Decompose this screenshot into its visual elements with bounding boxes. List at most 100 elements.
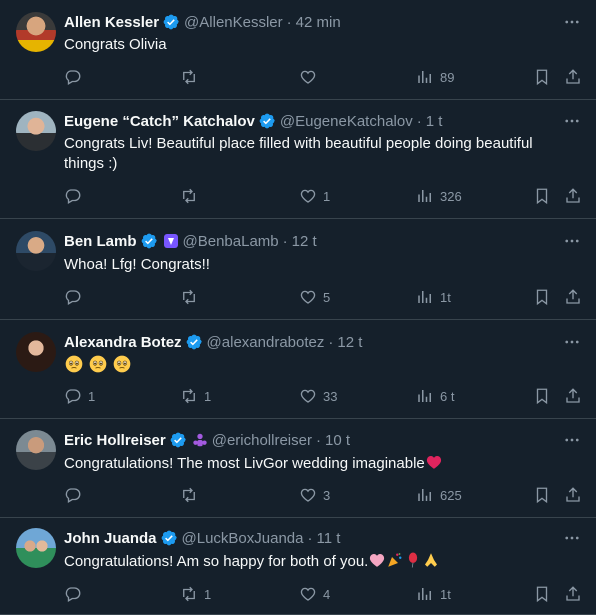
author-handle[interactable]: @BenbaLamb xyxy=(183,233,279,250)
retweet-button[interactable] xyxy=(180,186,204,206)
view-count: 1t xyxy=(440,586,451,602)
views-button[interactable]: 326 xyxy=(416,186,462,206)
author-name[interactable]: Eugene “Catch” Katchalov xyxy=(64,113,255,130)
reply-icon xyxy=(65,488,81,503)
balloon-emoji-icon xyxy=(404,551,422,575)
analytics-icon xyxy=(418,390,431,402)
timestamp[interactable]: 10 t xyxy=(325,432,350,449)
timestamp[interactable]: 1 t xyxy=(426,113,443,130)
tweet-text: Congratulations! Am so happy for both of… xyxy=(64,551,568,575)
views-button[interactable]: 1t xyxy=(416,584,451,604)
tweet-3[interactable]: Ben Lamb @BenbaLamb · 12 t Whoa! Lfg! Co… xyxy=(0,219,596,320)
author-handle[interactable]: @erichollreiser xyxy=(212,432,312,449)
retweet-icon xyxy=(183,289,195,305)
reply-button[interactable] xyxy=(64,67,88,87)
verified-badge-icon xyxy=(259,113,275,129)
timestamp[interactable]: 42 min xyxy=(296,14,341,31)
more-options-button[interactable] xyxy=(560,332,584,352)
author-name[interactable]: John Juanda xyxy=(64,530,157,547)
bookmark-button[interactable] xyxy=(533,485,551,505)
tweet-text-emoji xyxy=(64,354,568,377)
author-name[interactable]: Eric Hollreiser xyxy=(64,432,166,449)
like-button[interactable]: 1 xyxy=(299,186,330,206)
retweet-button[interactable]: 1 xyxy=(180,386,211,406)
share-button[interactable] xyxy=(564,584,582,604)
views-button[interactable]: 6 t xyxy=(416,386,454,406)
heart-icon xyxy=(300,488,316,502)
share-icon xyxy=(566,388,580,403)
author-handle[interactable]: @EugeneKatchalov xyxy=(280,113,413,130)
like-button[interactable]: 33 xyxy=(299,386,337,406)
tweet-1[interactable]: Allen Kessler @AllenKessler · 42 min Con… xyxy=(0,0,596,100)
reply-button[interactable]: 1 xyxy=(64,386,95,406)
avatar[interactable] xyxy=(16,231,56,271)
like-button[interactable]: 5 xyxy=(299,287,330,307)
more-options-button[interactable] xyxy=(560,231,584,251)
retweet-button[interactable] xyxy=(180,485,204,505)
views-button[interactable]: 625 xyxy=(416,485,462,505)
tweet-5[interactable]: Eric Hollreiser @erichollreiser · 10 t C… xyxy=(0,419,596,518)
bookmark-button[interactable] xyxy=(533,186,551,206)
avatar[interactable] xyxy=(16,332,56,372)
heart-icon xyxy=(300,389,316,403)
retweet-button[interactable]: 1 xyxy=(180,584,211,604)
like-count: 3 xyxy=(323,487,331,503)
like-button[interactable] xyxy=(299,67,323,87)
avatar[interactable] xyxy=(16,430,56,470)
heart-icon xyxy=(300,587,316,601)
bookmark-button[interactable] xyxy=(533,386,551,406)
views-button[interactable]: 1t xyxy=(416,287,451,307)
share-button[interactable] xyxy=(564,67,582,87)
tweet-6[interactable]: John Juanda @LuckBoxJuanda · 11 t Congra… xyxy=(0,518,596,615)
like-button[interactable]: 3 xyxy=(299,485,330,505)
reply-button[interactable] xyxy=(64,584,88,604)
retweet-button[interactable] xyxy=(180,67,204,87)
bookmark-button[interactable] xyxy=(533,287,551,307)
reply-button[interactable] xyxy=(64,287,88,307)
tweet-text: Congratulations! The most LivGor wedding… xyxy=(64,453,568,477)
like-button[interactable]: 4 xyxy=(299,584,330,604)
tweet-text: Congrats Olivia xyxy=(64,36,167,53)
bookmark-icon xyxy=(536,388,548,405)
tweet-actions: 3 625 xyxy=(0,485,596,505)
share-button[interactable] xyxy=(564,287,582,307)
author-handle[interactable]: @alexandrabotez xyxy=(207,334,325,351)
bookmark-icon xyxy=(536,289,548,306)
reply-button[interactable] xyxy=(64,186,88,206)
bookmark-icon xyxy=(536,69,548,86)
author-name[interactable]: Alexandra Botez xyxy=(64,334,182,351)
red-heart-icon xyxy=(425,453,443,477)
bookmark-icon xyxy=(536,586,548,603)
author-handle[interactable]: @AllenKessler xyxy=(184,14,283,31)
separator-dot: · xyxy=(416,112,422,130)
ellipsis-icon xyxy=(565,119,579,123)
timestamp[interactable]: 11 t xyxy=(317,530,341,547)
analytics-icon xyxy=(418,291,431,303)
timestamp[interactable]: 12 t xyxy=(292,233,317,250)
share-button[interactable] xyxy=(564,386,582,406)
bookmark-button[interactable] xyxy=(533,67,551,87)
share-button[interactable] xyxy=(564,186,582,206)
more-options-button[interactable] xyxy=(560,111,584,131)
share-button[interactable] xyxy=(564,485,582,505)
author-handle[interactable]: @LuckBoxJuanda xyxy=(182,530,304,547)
tweet-text: Whoa! Lfg! Congrats!! xyxy=(64,256,210,273)
retweet-button[interactable] xyxy=(180,287,204,307)
avatar[interactable] xyxy=(16,528,56,568)
tweet-header: Eric Hollreiser @erichollreiser · 10 t xyxy=(64,430,556,450)
author-name[interactable]: Allen Kessler xyxy=(64,14,159,31)
bookmark-button[interactable] xyxy=(533,584,551,604)
timestamp[interactable]: 12 t xyxy=(337,334,362,351)
more-options-button[interactable] xyxy=(560,430,584,450)
tweet-4[interactable]: Alexandra Botez @alexandrabotez · 12 t 1 xyxy=(0,320,596,419)
tweet-actions: 1 326 xyxy=(0,186,596,206)
reply-button[interactable] xyxy=(64,485,88,505)
author-name[interactable]: Ben Lamb xyxy=(64,233,137,250)
tweet-2[interactable]: Eugene “Catch” Katchalov @EugeneKatchalo… xyxy=(0,100,596,219)
views-button[interactable]: 89 xyxy=(416,67,454,87)
avatar[interactable] xyxy=(16,111,56,151)
confetti-emoji-icon xyxy=(386,551,404,575)
avatar[interactable] xyxy=(16,12,56,52)
more-options-button[interactable] xyxy=(560,12,584,32)
more-options-button[interactable] xyxy=(560,528,584,548)
